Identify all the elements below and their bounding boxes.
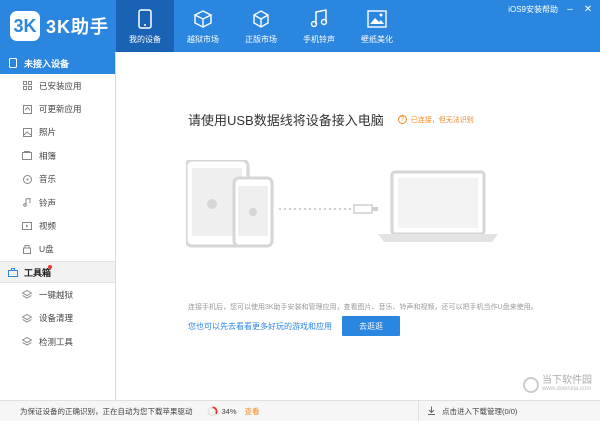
download-manager-text: 点击进入下载管理(0/0) [442, 406, 518, 416]
progress-ring-icon [206, 405, 218, 417]
minimize-icon[interactable]: – [564, 3, 576, 15]
sidebar-item-label: 铃声 [39, 197, 57, 208]
sidebar-item-music[interactable]: 音乐 [0, 168, 115, 191]
picture-icon [367, 8, 387, 30]
window-controls: iOS9安装帮助 – ✕ [508, 3, 594, 15]
logo-badge: 3K [10, 11, 40, 41]
layers-icon [22, 290, 32, 300]
sidebar-item-label: 相簿 [39, 150, 57, 161]
connection-warning[interactable]: ? 已连接，但无法识别 [397, 115, 474, 125]
driver-download-message: 为保证设备的正确识别，正在自动为您下载苹果驱动 [20, 406, 193, 416]
download-manager-link[interactable]: 点击进入下载管理(0/0) [418, 401, 517, 421]
broom-icon [22, 313, 32, 323]
apple-logo-icon [207, 199, 217, 209]
sidebar-item-video[interactable]: 视频 [0, 214, 115, 237]
nav-ringtones[interactable]: 手机铃声 [290, 0, 348, 52]
ios9-help-link[interactable]: iOS9安装帮助 [508, 4, 558, 15]
refresh-icon [22, 104, 32, 114]
video-icon [22, 221, 32, 231]
sidebar-item-usb-drive[interactable]: U盘 [0, 238, 115, 261]
sidebar-item-label: 视频 [39, 221, 57, 232]
sidebar-section-toolbox[interactable]: 工具箱 [0, 261, 115, 284]
album-icon [22, 151, 32, 161]
watermark-logo-icon [523, 377, 539, 393]
nav-label: 我的设备 [129, 35, 161, 44]
download-icon [427, 406, 436, 417]
notification-dot [48, 265, 52, 270]
page-title: 请使用USB数据线将设备接入电脑 [188, 113, 384, 128]
go-browse-button[interactable]: 去逛逛 [342, 316, 400, 336]
sidebar: 未接入设备 已安装应用 可更新应用 照片 相簿 音乐 铃声 视频 U盘 工具箱 … [0, 52, 116, 400]
phone-icon [135, 8, 155, 30]
explore-row: 您也可以先去看看更多好玩的游戏和应用 去逛逛 [188, 316, 400, 336]
apps-icon [22, 81, 32, 91]
connect-prompt: 请使用USB数据线将设备接入电脑 ? 已连接，但无法识别 [188, 110, 474, 129]
download-progress: 34% [206, 405, 237, 417]
package-icon [251, 8, 271, 30]
sidebar-item-photos[interactable]: 照片 [0, 121, 115, 144]
music-icon [22, 174, 32, 184]
nav-label: 越狱市场 [187, 35, 219, 44]
nav-label: 正版市场 [245, 35, 277, 44]
sidebar-item-updatable-apps[interactable]: 可更新应用 [0, 97, 115, 120]
top-nav: 我的设备 越狱市场 正版市场 手机铃声 壁纸美化 [116, 0, 406, 52]
close-icon[interactable]: ✕ [582, 3, 594, 15]
stack-icon [22, 337, 32, 347]
nav-wallpaper[interactable]: 壁纸美化 [348, 0, 406, 52]
watermark-title: 当下软件园 [542, 375, 592, 386]
view-link[interactable]: 查看 [245, 406, 260, 417]
nav-official-market[interactable]: 正版市场 [232, 0, 290, 52]
box-icon [193, 8, 213, 30]
app-logo: 3K 3K助手 [10, 10, 109, 42]
photo-icon [22, 127, 32, 137]
site-watermark: 当下软件园 www.downxia.com [523, 376, 592, 394]
watermark-url: www.downxia.com [542, 386, 592, 392]
device-icon [8, 58, 18, 68]
sidebar-section-label: 工具箱 [24, 267, 52, 278]
nav-my-device[interactable]: 我的设备 [116, 0, 174, 52]
sidebar-item-ringtones[interactable]: 铃声 [0, 191, 115, 214]
sidebar-item-label: 一键越狱 [39, 289, 74, 300]
usb-plug-illustration [353, 204, 373, 214]
connect-hint-text: 连接手机后，您可以使用3K助手安装和管理应用，查看图片、音乐、铃声和视频，还可以… [188, 304, 538, 311]
progress-percent: 34% [221, 406, 237, 416]
nav-label: 手机铃声 [303, 35, 335, 44]
sidebar-item-detection-tools[interactable]: 检测工具 [0, 330, 115, 353]
sidebar-section-label: 未接入设备 [24, 58, 70, 69]
nav-jailbreak-market[interactable]: 越狱市场 [174, 0, 232, 52]
sidebar-item-label: U盘 [39, 244, 54, 255]
usb-drive-icon [22, 244, 32, 254]
sidebar-item-album[interactable]: 相簿 [0, 144, 115, 167]
music-note-icon [309, 8, 329, 30]
main-panel: 请使用USB数据线将设备接入电脑 ? 已连接，但无法识别 连接手机后，您可以使用… [116, 52, 600, 400]
sidebar-item-jailbreak[interactable]: 一键越狱 [0, 283, 115, 306]
sidebar-item-label: 音乐 [39, 174, 57, 185]
question-icon: ? [397, 115, 407, 124]
sidebar-item-label: 设备清理 [39, 313, 74, 324]
logo-text: 3K助手 [46, 17, 110, 37]
sidebar-item-device-cleanup[interactable]: 设备清理 [0, 307, 115, 330]
sidebar-item-label: 可更新应用 [39, 104, 82, 115]
warning-text: 已连接，但无法识别 [410, 116, 474, 124]
sidebar-item-label: 已安装应用 [39, 80, 82, 91]
device-connection-illustration [186, 160, 498, 248]
sidebar-section-device[interactable]: 未接入设备 [0, 52, 115, 74]
sidebar-item-label: 检测工具 [39, 336, 74, 347]
bell-icon [22, 198, 32, 208]
sidebar-item-label: 照片 [39, 127, 57, 138]
toolbox-icon [8, 267, 18, 277]
nav-label: 壁纸美化 [361, 35, 393, 44]
explore-games-link[interactable]: 您也可以先去看看更多好玩的游戏和应用 [188, 321, 332, 332]
header-bar: 3K 3K助手 我的设备 越狱市场 正版市场 手机铃声 壁纸美化 iOS9安装帮… [0, 0, 600, 52]
apple-logo-icon [249, 208, 257, 216]
sidebar-item-installed-apps[interactable]: 已安装应用 [0, 74, 115, 97]
status-bar: 为保证设备的正确识别，正在自动为您下载苹果驱动 34% 查看 点击进入下载管理(… [0, 400, 600, 421]
